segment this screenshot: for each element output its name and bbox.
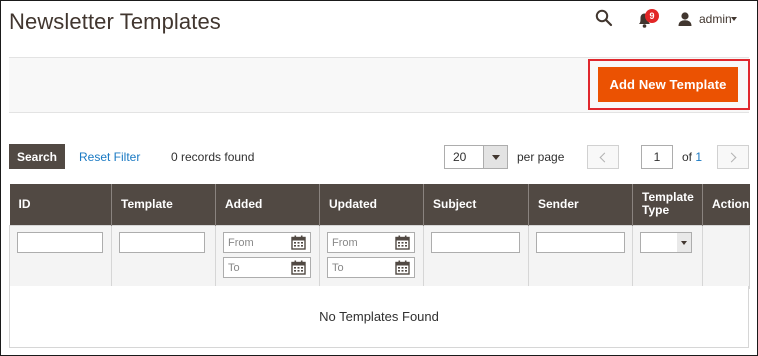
filter-row: From To From To [9, 224, 750, 289]
per-page-select[interactable]: 20 [444, 145, 508, 169]
filter-cell-subject [423, 224, 529, 289]
column-header-updated[interactable]: Updated [319, 184, 424, 225]
column-header-added[interactable]: Added [215, 184, 320, 225]
filter-cell-updated: From To [319, 224, 424, 289]
reset-filter-link[interactable]: Reset Filter [79, 150, 140, 164]
page-title: Newsletter Templates [9, 9, 221, 34]
per-page-label: per page [517, 150, 565, 164]
page-total: of 1 [682, 150, 702, 164]
added-to-input[interactable]: To [223, 256, 311, 278]
chevron-right-icon [726, 152, 737, 163]
filter-cell-id [9, 224, 112, 289]
column-header-sender[interactable]: Sender [528, 184, 633, 225]
filter-cell-added: From To [215, 224, 320, 289]
calendar-icon[interactable] [291, 260, 306, 275]
current-page-input[interactable]: 1 [641, 145, 673, 169]
user-icon[interactable] [677, 11, 693, 27]
filter-cell-sender [528, 224, 633, 289]
column-header-template-type[interactable]: Template Type [632, 184, 703, 225]
calendar-icon[interactable] [395, 235, 410, 250]
added-from-input[interactable]: From [223, 231, 311, 253]
empty-state-message: No Templates Found [9, 286, 749, 348]
date-from-placeholder: From [332, 236, 358, 249]
filter-cell-template [111, 224, 216, 289]
date-to-placeholder: To [332, 261, 344, 274]
column-header-subject[interactable]: Subject [423, 184, 529, 225]
updated-to-input[interactable]: To [327, 256, 415, 278]
next-page-button[interactable] [717, 145, 749, 169]
date-from-placeholder: From [228, 236, 254, 249]
template-filter-input[interactable] [119, 231, 205, 253]
user-menu-name[interactable]: admin [699, 12, 732, 26]
chevron-down-icon [681, 240, 687, 245]
filter-cell-action [702, 224, 750, 289]
search-button[interactable]: Search [9, 144, 65, 169]
previous-page-button[interactable] [587, 145, 619, 169]
add-new-template-button[interactable]: Add New Template [598, 67, 738, 102]
date-to-placeholder: To [228, 261, 240, 274]
subject-filter-input[interactable] [431, 231, 520, 253]
column-header-id[interactable]: ID [9, 184, 112, 225]
template-type-filter-select[interactable] [640, 231, 692, 253]
page-of-label: of [682, 150, 696, 164]
chevron-down-icon [492, 155, 500, 160]
filter-cell-template-type [632, 224, 703, 289]
sender-filter-input[interactable] [536, 231, 625, 253]
per-page-dropdown-toggle[interactable] [483, 146, 507, 168]
per-page-value: 20 [453, 150, 467, 164]
column-header-action: Action [702, 184, 750, 225]
grid-header-row: ID Template Added Updated Subject Sender… [9, 184, 750, 225]
updated-from-input[interactable]: From [327, 231, 415, 253]
records-found-count: 0 records found [171, 150, 255, 164]
chevron-left-icon [599, 152, 610, 163]
calendar-icon[interactable] [395, 260, 410, 275]
chevron-down-icon[interactable] [731, 17, 737, 21]
notification-count-badge: 9 [645, 9, 659, 23]
total-pages: 1 [695, 150, 703, 164]
column-header-template[interactable]: Template [111, 184, 216, 225]
id-filter-input[interactable] [17, 231, 103, 253]
calendar-icon[interactable] [291, 235, 306, 250]
templates-grid: ID Template Added Updated Subject Sender… [9, 184, 750, 289]
search-icon[interactable] [595, 9, 613, 27]
template-type-dropdown-toggle[interactable] [677, 232, 691, 252]
